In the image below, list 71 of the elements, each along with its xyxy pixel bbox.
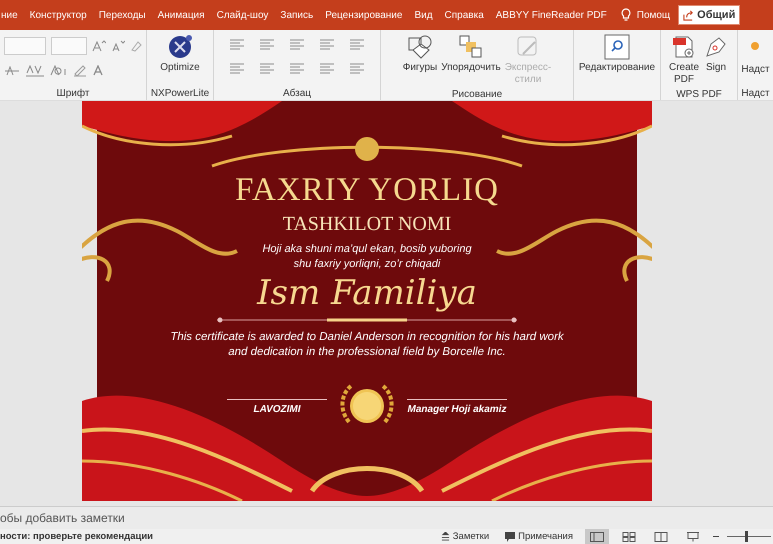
signature-label: Manager Hoji akamiz [407, 399, 507, 415]
ribbon-tab[interactable]: ние [1, 8, 18, 22]
ribbon-button[interactable]: Упорядочить [440, 32, 502, 76]
add-in-icon [751, 42, 760, 50]
zoom-slider-thumb[interactable] [744, 531, 748, 542]
notes-field[interactable]: обы добавить заметки [0, 506, 773, 529]
character-spacing-icon[interactable] [25, 65, 45, 77]
group-label: Шрифт [56, 87, 90, 100]
comment-icon [505, 532, 516, 542]
ribbon-tab[interactable]: Переходы [98, 8, 146, 22]
signature-label: LAVOZIMI [227, 399, 327, 415]
subtitle-text: shu faxriy yorliqni, zo’r chiqadi [294, 257, 440, 272]
change-case-icon[interactable] [50, 65, 68, 77]
clear-format-icon[interactable] [130, 40, 142, 52]
help-search[interactable]: Помощ [620, 8, 670, 22]
increase-font-icon[interactable] [92, 40, 106, 52]
arrange-icon [458, 34, 484, 60]
share-icon [683, 10, 694, 20]
decrease-font-icon[interactable] [111, 40, 125, 52]
presentation-icon [686, 532, 700, 542]
help-label: Помощ [636, 10, 670, 20]
accessibility-status[interactable]: ности: проверьте рекомендации [0, 531, 153, 542]
ribbon-tab[interactable]: ABBYY FineReader PDF [496, 8, 607, 22]
lightbulb-icon [620, 8, 631, 22]
ribbon-tab[interactable]: Конструктор [30, 8, 87, 22]
notes-button[interactable]: Заметки [436, 531, 494, 542]
group-label: Рисование [450, 88, 504, 101]
grid-view-icon [622, 532, 636, 542]
ribbon-tab[interactable]: Анимация [158, 8, 205, 22]
ribbon-tab[interactable]: Справка [444, 8, 484, 22]
subtitle-text: Hoji aka shuni ma’qul ekan, bosib yuboring [262, 242, 472, 257]
search-icon [604, 34, 630, 60]
certificate-description: This certificate is awarded to Daniel Anderson in recognition for his hard work and dedication in the professional field by Borcelle Inc. [169, 330, 565, 360]
ribbon-tab[interactable]: Вид [414, 8, 433, 22]
highlight-icon[interactable] [73, 65, 87, 77]
shapes-icon [406, 34, 433, 60]
paragraph-format-icon[interactable] [289, 62, 305, 74]
paragraph-format-icon[interactable] [229, 62, 245, 74]
ribbon-button[interactable]: Фигуры [402, 32, 438, 76]
paragraph-format-icon[interactable] [319, 62, 335, 74]
group-label: Надст [740, 87, 771, 100]
paragraph-format-icon[interactable] [289, 38, 305, 50]
ribbon-tab[interactable]: Рецензирование [325, 8, 402, 22]
ribbon-button[interactable]: Optimize [159, 32, 201, 76]
group-label: NXPowerLite [150, 87, 210, 100]
group-label: WPS PDF [675, 88, 723, 101]
view-button[interactable] [585, 529, 609, 544]
ribbon-button[interactable]: Надст [740, 32, 771, 78]
book-view-icon [654, 532, 668, 542]
paragraph-format-icon[interactable] [319, 38, 335, 50]
ribbon-tab[interactable]: Слайд-шоу [216, 8, 268, 22]
recipient-name: Ism Familiya [257, 272, 477, 314]
paragraph-format-icon[interactable] [349, 38, 365, 50]
normal-view-icon [590, 532, 604, 542]
ribbon-button[interactable]: Create PDF [668, 32, 700, 88]
paragraph-format-icon[interactable] [229, 38, 245, 50]
organization-name: TASHKILOT NOMI [282, 213, 452, 236]
font-color-icon[interactable] [92, 65, 104, 77]
paragraph-format-icon[interactable] [349, 62, 365, 74]
certificate-title: FAXRIY YORLIQ [235, 171, 499, 209]
x-circle-icon [166, 34, 193, 60]
comments-button[interactable]: Примечания [501, 531, 577, 542]
notes-icon [440, 532, 450, 541]
strikethrough-icon[interactable] [4, 66, 20, 76]
ribbon-button[interactable]: Sign [702, 32, 730, 76]
ribbon-tab[interactable]: Запись [280, 8, 314, 22]
paragraph-format-icon[interactable] [259, 62, 275, 74]
ribbon-button[interactable]: Редактирование [578, 32, 656, 76]
paragraph-format-icon[interactable] [259, 38, 275, 50]
group-label: Абзац [282, 87, 312, 100]
share-button[interactable]: Общий [678, 5, 740, 25]
